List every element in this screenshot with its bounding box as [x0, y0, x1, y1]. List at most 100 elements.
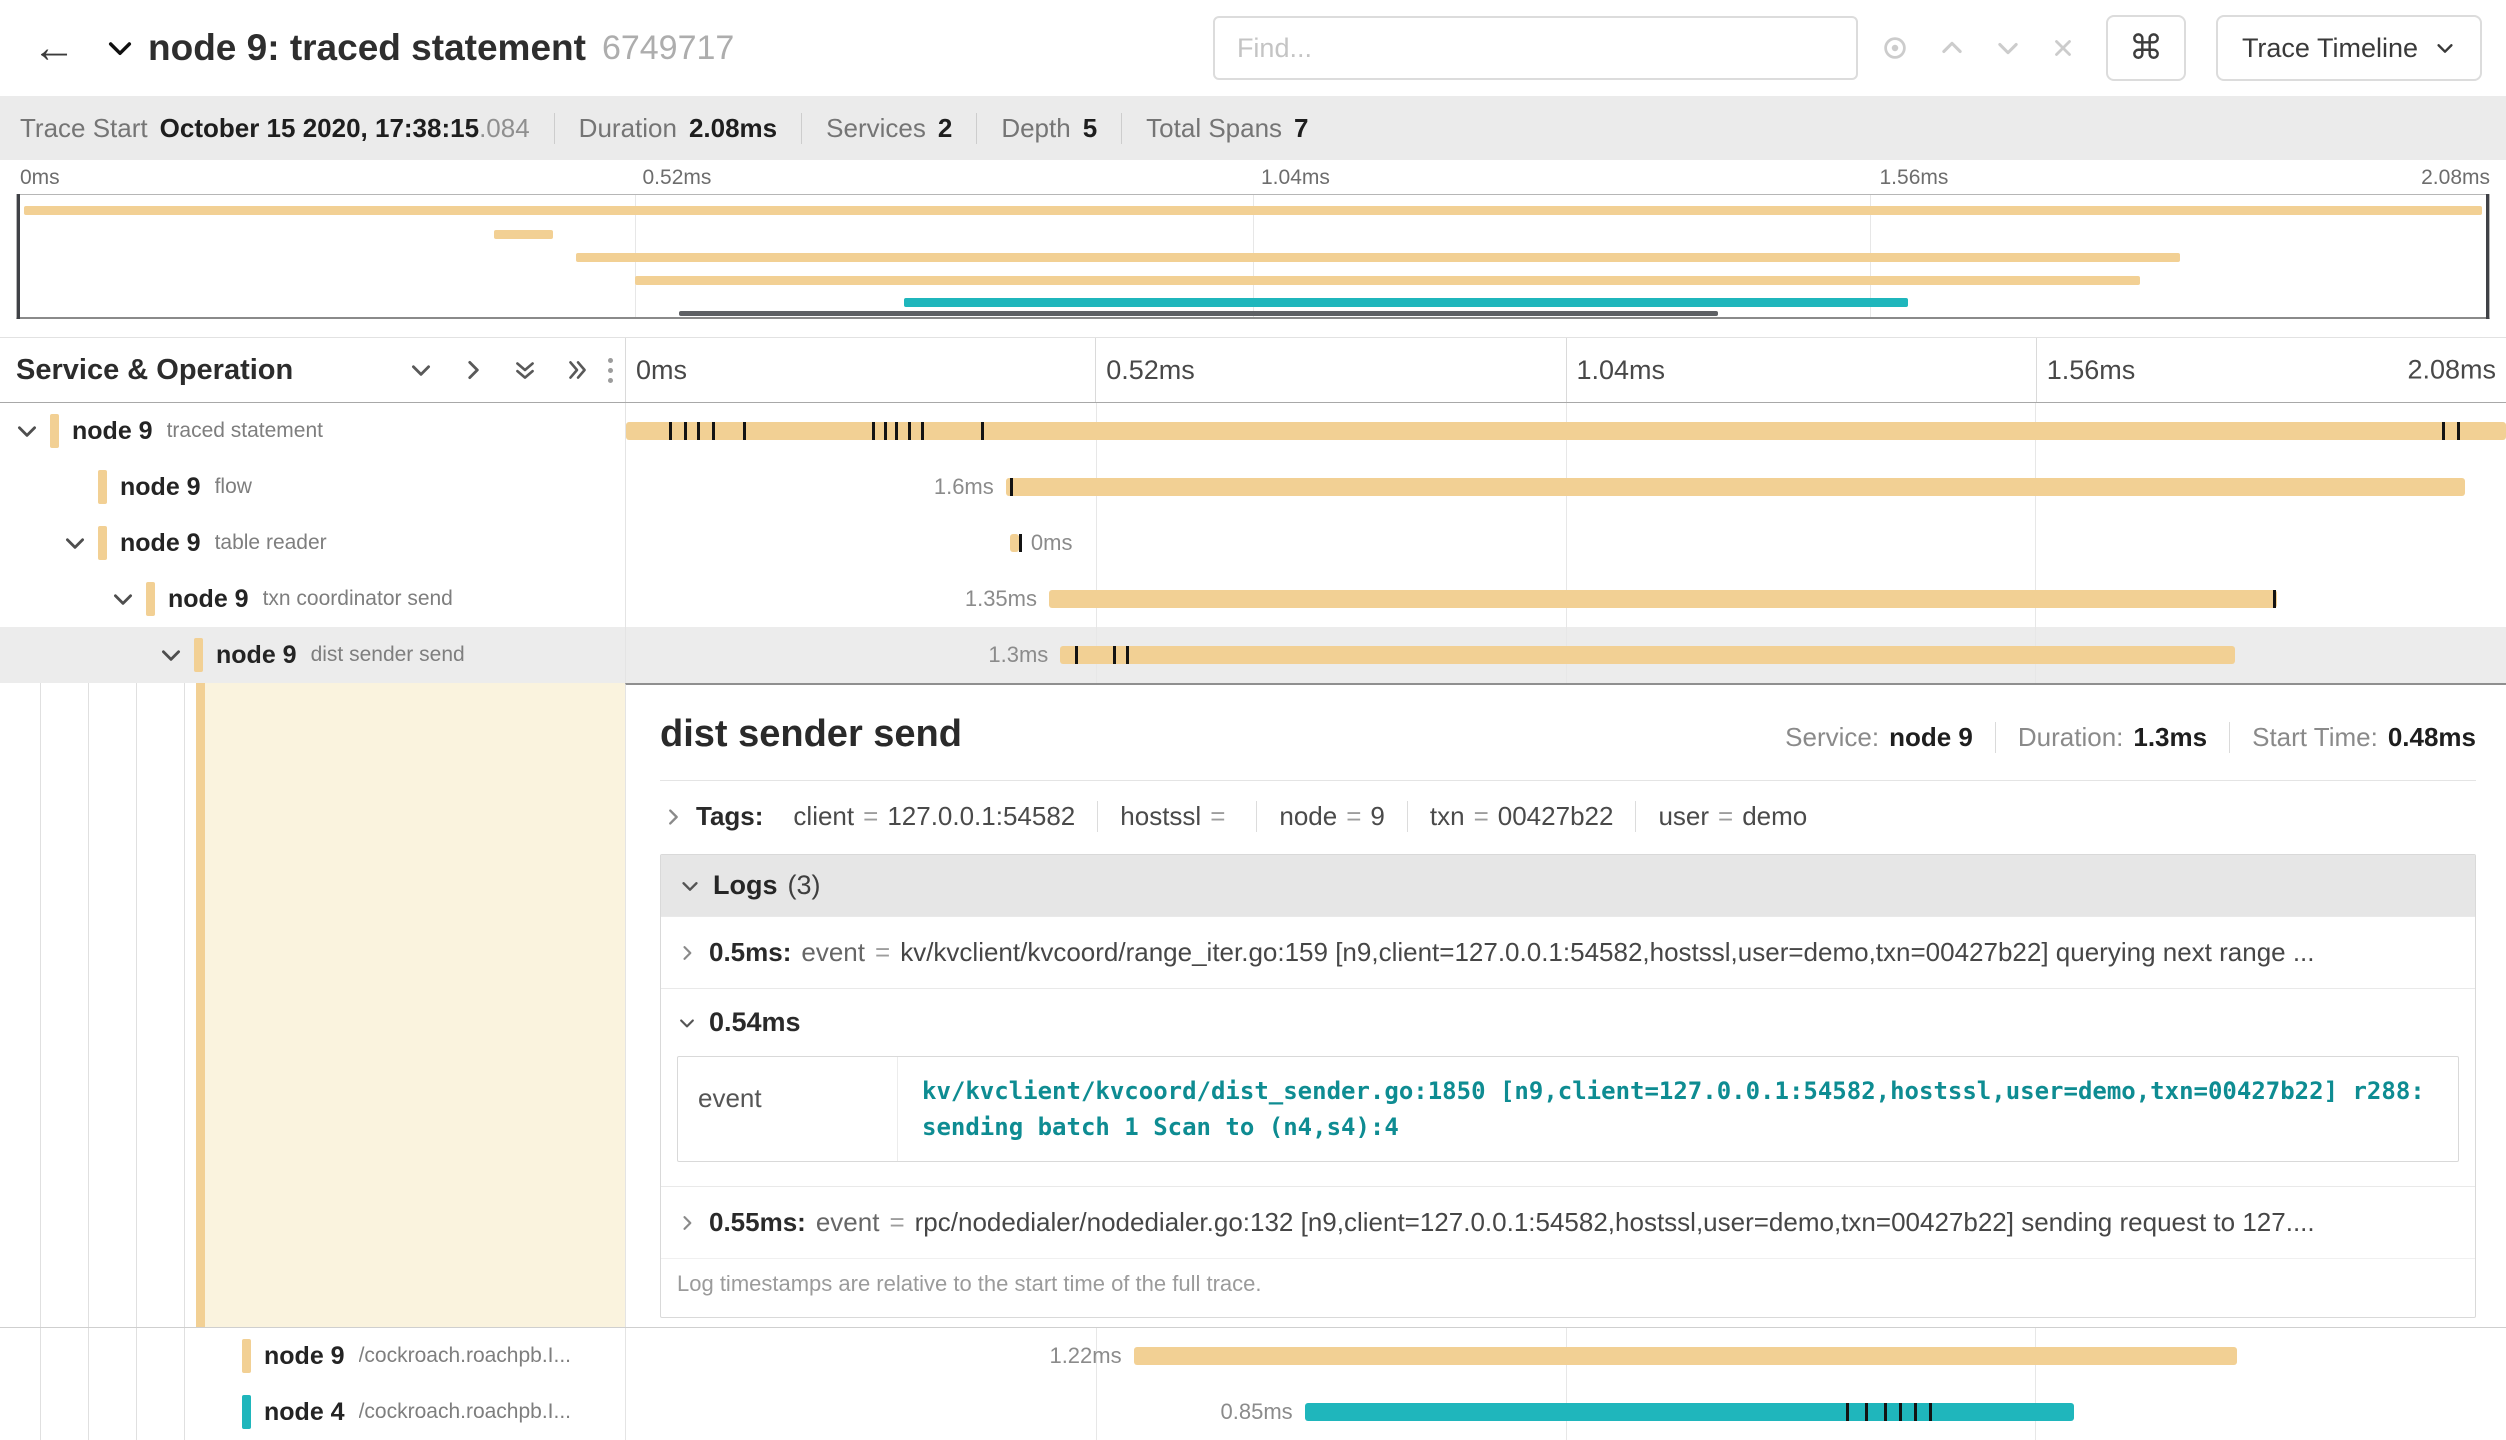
span-duration-bar[interactable] — [1049, 590, 2277, 608]
span-event-tick — [1914, 1403, 1917, 1421]
service-name: node 9 — [216, 641, 297, 670]
span-event-tick — [1113, 646, 1116, 664]
chevron-down-icon[interactable] — [14, 418, 50, 444]
chevron-down-icon[interactable] — [110, 586, 146, 612]
span-duration-label: 0.85ms — [1221, 1399, 1293, 1425]
expand-all-icon[interactable] — [564, 357, 590, 383]
collapse-trace-header-icon[interactable] — [104, 32, 136, 64]
span-id-row: SpanID: 5597415943526560273 — [660, 1318, 2476, 1327]
service-name: node 9 — [120, 473, 201, 502]
find-input[interactable] — [1213, 16, 1858, 80]
trace-view-selector-label: Trace Timeline — [2242, 33, 2418, 64]
tags-label: Tags: — [696, 801, 763, 832]
span-timeline-cell[interactable]: 0ms — [625, 515, 2506, 571]
ruler-tick-label: 0ms — [636, 355, 687, 386]
minimap-left-scrubber[interactable] — [17, 194, 20, 319]
service-name: node 9 — [120, 529, 201, 558]
tags-list: client=127.0.0.1:54582hostssl=node=9txn=… — [771, 801, 1829, 832]
tag-item: client=127.0.0.1:54582 — [771, 801, 1097, 832]
minimap-span-bar — [904, 298, 1908, 307]
collapse-all-icon[interactable] — [512, 357, 538, 383]
tag-item: txn=00427b22 — [1407, 801, 1636, 832]
log-detail-table: event kv/kvclient/kvcoord/dist_sender.go… — [677, 1056, 2459, 1162]
span-duration-bar[interactable] — [1060, 646, 2235, 664]
expand-one-icon[interactable] — [460, 357, 486, 383]
span-event-tick — [884, 422, 887, 440]
prev-result-icon[interactable] — [1938, 34, 1966, 62]
span-name-cell[interactable]: node 9 dist sender send — [0, 627, 625, 683]
find-nav-group — [1880, 33, 2076, 63]
span-event-tick — [1865, 1403, 1868, 1421]
ruler-tick-label: 2.08ms — [2407, 355, 2496, 386]
next-result-icon[interactable] — [1994, 34, 2022, 62]
minimap-span-bar — [635, 276, 2140, 285]
column-resize-handle[interactable] — [608, 358, 613, 383]
minimap-tick-label: 1.56ms — [1880, 166, 1949, 190]
span-event-tick — [921, 422, 924, 440]
span-name-cell[interactable]: node 9 /cockroach.roachpb.I... — [0, 1328, 625, 1384]
chevron-right-icon — [662, 806, 684, 828]
tags-section-toggle[interactable]: Tags: client=127.0.0.1:54582hostssl=node… — [660, 781, 2476, 848]
minimap-span-bar — [24, 206, 2481, 215]
span-duration-bar[interactable] — [1134, 1347, 2238, 1365]
span-row[interactable]: node 9 traced statement — [0, 403, 2506, 459]
span-name-cell[interactable]: node 9 traced statement — [0, 403, 625, 459]
logs-section-toggle[interactable]: Logs (3) — [661, 855, 2475, 916]
span-timeline-cell[interactable]: 1.6ms — [625, 459, 2506, 515]
span-event-tick — [1846, 1403, 1849, 1421]
span-duration-bar[interactable] — [1010, 534, 1019, 552]
minimap-tick-label: 1.04ms — [1261, 166, 1330, 190]
span-duration-bar[interactable] — [1305, 1403, 2074, 1421]
service-operation-title: Service & Operation — [16, 354, 293, 387]
chevron-right-icon — [677, 1213, 697, 1233]
detail-header[interactable]: dist sender send Service:node 9 Duration… — [660, 713, 2476, 756]
log-entry-toggle[interactable]: 0.5ms: event = kv/kvclient/kvcoord/range… — [661, 916, 2475, 988]
span-row[interactable]: node 9 /cockroach.roachpb.I... 1.22ms — [0, 1328, 2506, 1384]
minimap-canvas[interactable] — [16, 194, 2490, 319]
log-entry-toggle[interactable]: 0.54ms — [661, 988, 2475, 1048]
span-event-tick — [2442, 422, 2445, 440]
span-timeline-cell[interactable]: 1.35ms — [625, 571, 2506, 627]
trace-start-ms: .084 — [479, 113, 530, 144]
clear-search-icon[interactable] — [2050, 35, 2076, 61]
span-timeline-cell[interactable] — [625, 403, 2506, 459]
trace-view-selector[interactable]: Trace Timeline — [2216, 15, 2482, 81]
span-duration-bar[interactable] — [1006, 478, 2465, 496]
log-timestamp: 0.54ms — [709, 1007, 801, 1038]
service-color-bar — [146, 582, 155, 616]
collapse-one-icon[interactable] — [408, 357, 434, 383]
span-name-cell[interactable]: node 4 /cockroach.roachpb.I... — [0, 1384, 625, 1440]
total-spans-item: Total Spans 7 — [1121, 113, 1308, 144]
span-row[interactable]: node 9 txn coordinator send 1.35ms — [0, 571, 2506, 627]
span-event-tick — [895, 422, 898, 440]
span-name-cell[interactable]: node 9 table reader — [0, 515, 625, 571]
span-timeline-cell[interactable]: 1.22ms — [625, 1328, 2506, 1384]
minimap-span-bar — [679, 311, 1717, 316]
span-event-tick — [2273, 590, 2276, 608]
span-row[interactable]: node 9 table reader 0ms — [0, 515, 2506, 571]
service-name: node 4 — [264, 1398, 345, 1427]
span-name-cell[interactable]: node 9 flow — [0, 459, 625, 515]
span-event-tick — [1929, 1403, 1932, 1421]
span-name-cell[interactable]: node 9 txn coordinator send — [0, 571, 625, 627]
locate-span-icon[interactable] — [1880, 33, 1910, 63]
span-timeline-cell[interactable]: 0.85ms — [625, 1384, 2506, 1440]
span-row[interactable]: node 9 flow 1.6ms — [0, 459, 2506, 515]
chevron-down-icon — [677, 1013, 697, 1033]
keyboard-shortcuts-button[interactable]: ⌘ — [2106, 15, 2186, 81]
span-event-tick — [908, 422, 911, 440]
span-detail-panel: dist sender send Service:node 9 Duration… — [625, 683, 2506, 1327]
span-row[interactable]: node 4 /cockroach.roachpb.I... 0.85ms — [0, 1384, 2506, 1440]
chevron-down-icon[interactable] — [158, 642, 194, 668]
span-duration-label: 1.6ms — [934, 474, 994, 500]
back-button[interactable]: ← — [32, 26, 76, 70]
span-timeline-cell[interactable]: 1.3ms — [625, 627, 2506, 683]
minimap-right-scrubber[interactable] — [2486, 194, 2489, 319]
span-row-selected[interactable]: node 9 dist sender send 1.3ms — [0, 627, 2506, 683]
duration-item: Duration 2.08ms — [554, 113, 777, 144]
page-title: node 9: traced statement — [148, 27, 586, 69]
chevron-down-icon[interactable] — [62, 530, 98, 556]
log-entry-toggle[interactable]: 0.55ms: event = rpc/nodedialer/nodediale… — [661, 1186, 2475, 1258]
log-timestamp: 0.5ms: — [709, 937, 791, 968]
timeline-header: Service & Operation 0ms 0.52ms 1.04ms 1.… — [0, 337, 2506, 403]
